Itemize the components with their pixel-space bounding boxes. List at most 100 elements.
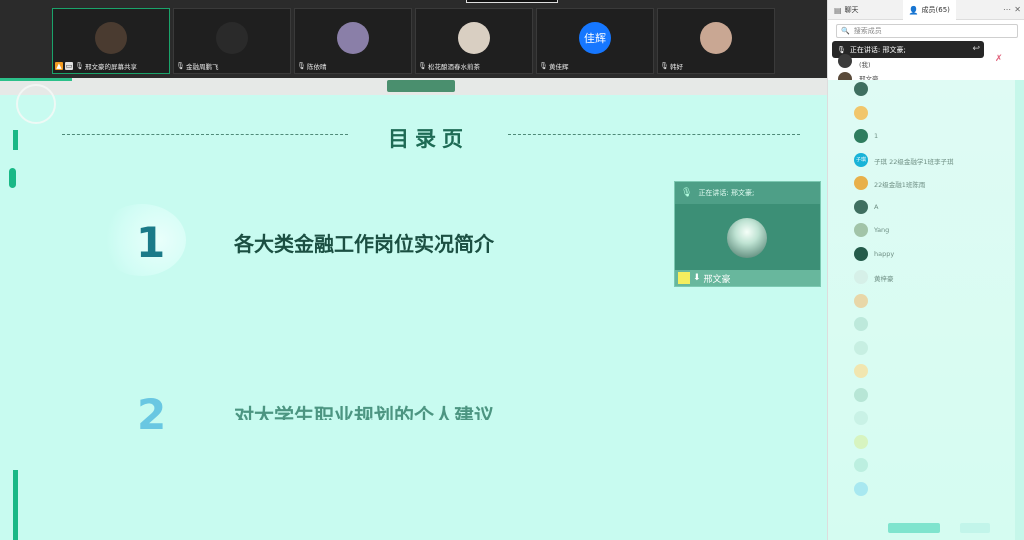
mic-icon: ⬇: [693, 273, 701, 283]
member-name[interactable]: 黄梓豪: [874, 273, 894, 283]
tab-chat-label: 聊天: [844, 6, 859, 14]
speaker-badge-icon: [678, 272, 690, 284]
toc-item-2: 对大学生职业规划的个人建议: [234, 404, 494, 420]
tab-chat[interactable]: ▤ 聊天: [828, 0, 865, 20]
participant-label: 🎙 韩好: [660, 60, 683, 71]
speaker-avatar: [727, 218, 767, 258]
chat-icon: ▤: [834, 5, 842, 15]
participant-label: 🎙 陈依晴: [297, 60, 327, 71]
member-name[interactable]: 子琪 22级金融学1班李子琪: [874, 156, 953, 166]
avatar: [854, 176, 868, 190]
participant-name: 韩好: [670, 62, 683, 71]
participant-tile[interactable]: 🎙 松花酿酒春水煎茶: [415, 8, 533, 74]
member-name[interactable]: A: [874, 203, 878, 211]
avatar: [854, 317, 868, 331]
member-name[interactable]: 1: [874, 132, 878, 140]
speaking-text: 正在讲话: 邢文豪;: [849, 45, 906, 54]
video-strip: ▲ ▭ 🎙 邢文豪的屏幕共享 🎙 金融周鹏飞 🎙 陈依晴 🎙 松花酿酒春水煎茶 佳辉 🎙 黄佳辉 🎙 韩好: [0, 0, 827, 78]
speaker-window-title: 正在讲话: 邢文豪;: [698, 189, 755, 197]
speaking-indicator: 🎙 正在讲话: 邢文豪; ↩: [832, 41, 984, 58]
member-search-input[interactable]: 🔍 搜索成员: [836, 24, 1018, 38]
toc-number-1: 1: [136, 218, 166, 267]
search-placeholder: 搜索成员: [853, 27, 882, 35]
mic-icon: 🎙: [681, 188, 693, 198]
member-list: 1 子琪 子琪 22级金融学1班李子琪 22级金融1班陈雨 A Yang happy 黄梓豪: [828, 80, 1024, 540]
tab-members-label: 成员(65): [921, 6, 950, 14]
avatar: [216, 22, 248, 54]
avatar: [700, 22, 732, 54]
avatar: [854, 434, 868, 449]
avatar: 佳辉: [579, 22, 611, 54]
member-name[interactable]: Yang: [874, 226, 889, 234]
participant-name: 陈依晴: [307, 62, 327, 71]
avatar: [854, 129, 868, 143]
participant-tile[interactable]: ▲ ▭ 🎙 邢文豪的屏幕共享: [52, 8, 170, 74]
panel-tabs: ▤ 聊天 👤 成员(65) ⋯ ✕: [828, 0, 1024, 20]
left-accent-bar: [13, 470, 18, 540]
title-divider-right: [508, 134, 800, 135]
shared-screen-slide: 目录页 1 各大类金融工作岗位实况简介 2 对大学生职业规划的个人建议 🎙 正在…: [0, 78, 838, 540]
member-name[interactable]: 22级金融1班陈雨: [874, 179, 925, 189]
avatar: [854, 481, 868, 496]
toc-number-2: 2: [137, 390, 167, 439]
avatar: [854, 411, 868, 425]
participant-name: 松花酿酒春水煎茶: [428, 62, 480, 71]
more-icon[interactable]: ⋯: [1003, 5, 1011, 14]
invite-button[interactable]: [888, 523, 940, 533]
screen-share-icon: ▭: [65, 61, 73, 70]
mic-icon: 🎙: [75, 61, 84, 70]
avatar: [854, 105, 868, 120]
participant-label: 🎙 松花酿酒春水煎茶: [418, 60, 480, 71]
member-name[interactable]: (我): [859, 59, 871, 69]
members-icon: 👤: [908, 5, 919, 15]
participant-label: 🎙 黄佳辉: [539, 60, 569, 71]
host-icon: ▲: [55, 61, 63, 70]
share-indicator[interactable]: [387, 80, 455, 92]
avatar: [838, 54, 852, 68]
slide-top-strip: [0, 78, 838, 95]
left-accent-bar: [9, 168, 16, 188]
avatar: [854, 364, 868, 378]
toolbar-handle[interactable]: [466, 0, 558, 3]
members-panel: ▤ 聊天 👤 成员(65) ⋯ ✕ 🔍 搜索成员 🎙 正在讲话: 邢文豪; ↩ …: [827, 0, 1024, 540]
participant-name: 黄佳辉: [549, 62, 569, 71]
title-divider-left: [62, 134, 348, 135]
mic-icon: 🎙: [837, 45, 846, 54]
mic-icon: 🎙: [418, 61, 427, 70]
mute-icon[interactable]: ✗: [995, 54, 1003, 64]
mic-icon: 🎙: [176, 61, 185, 70]
mic-icon: 🎙: [660, 61, 669, 70]
participant-tile[interactable]: 🎙 陈依晴: [294, 8, 412, 74]
avatar: [854, 340, 868, 355]
avatar: [854, 199, 868, 214]
participant-tile[interactable]: 🎙 韩好: [657, 8, 775, 74]
slide-green-bar: [0, 78, 72, 81]
return-icon[interactable]: ↩: [972, 44, 980, 54]
search-icon: 🔍: [841, 27, 850, 35]
participant-tile[interactable]: 🎙 金融周鹏飞: [173, 8, 291, 74]
close-icon[interactable]: ✕: [1014, 5, 1021, 14]
participant-tile[interactable]: 佳辉 🎙 黄佳辉: [536, 8, 654, 74]
participant-name: 邢文豪的屏幕共享: [85, 62, 137, 71]
left-accent-bar: [13, 130, 18, 150]
avatar: [854, 293, 868, 308]
mic-icon: 🎙: [539, 61, 548, 70]
mute-all-button[interactable]: [960, 523, 990, 533]
avatar: [854, 223, 868, 237]
school-logo-icon: [16, 84, 56, 124]
speaker-video-window[interactable]: 🎙 正在讲话: 邢文豪; ⬇ 邢文豪: [674, 181, 821, 287]
member-name[interactable]: happy: [874, 250, 894, 258]
avatar: [854, 387, 868, 402]
avatar: [337, 22, 369, 54]
avatar: [458, 22, 490, 54]
mic-icon: 🎙: [297, 61, 306, 70]
tab-members[interactable]: 👤 成员(65): [902, 0, 956, 20]
avatar: [95, 22, 127, 54]
toc-item-1: 各大类金融工作岗位实况简介: [234, 232, 494, 256]
member-list-scrollbar[interactable]: [1015, 80, 1024, 540]
avatar: [854, 82, 868, 96]
participant-label: ▲ ▭ 🎙 邢文豪的屏幕共享: [55, 60, 137, 71]
participant-label: 🎙 金融周鹏飞: [176, 60, 219, 71]
avatar: 子琪: [854, 152, 868, 167]
avatar: [854, 270, 868, 284]
